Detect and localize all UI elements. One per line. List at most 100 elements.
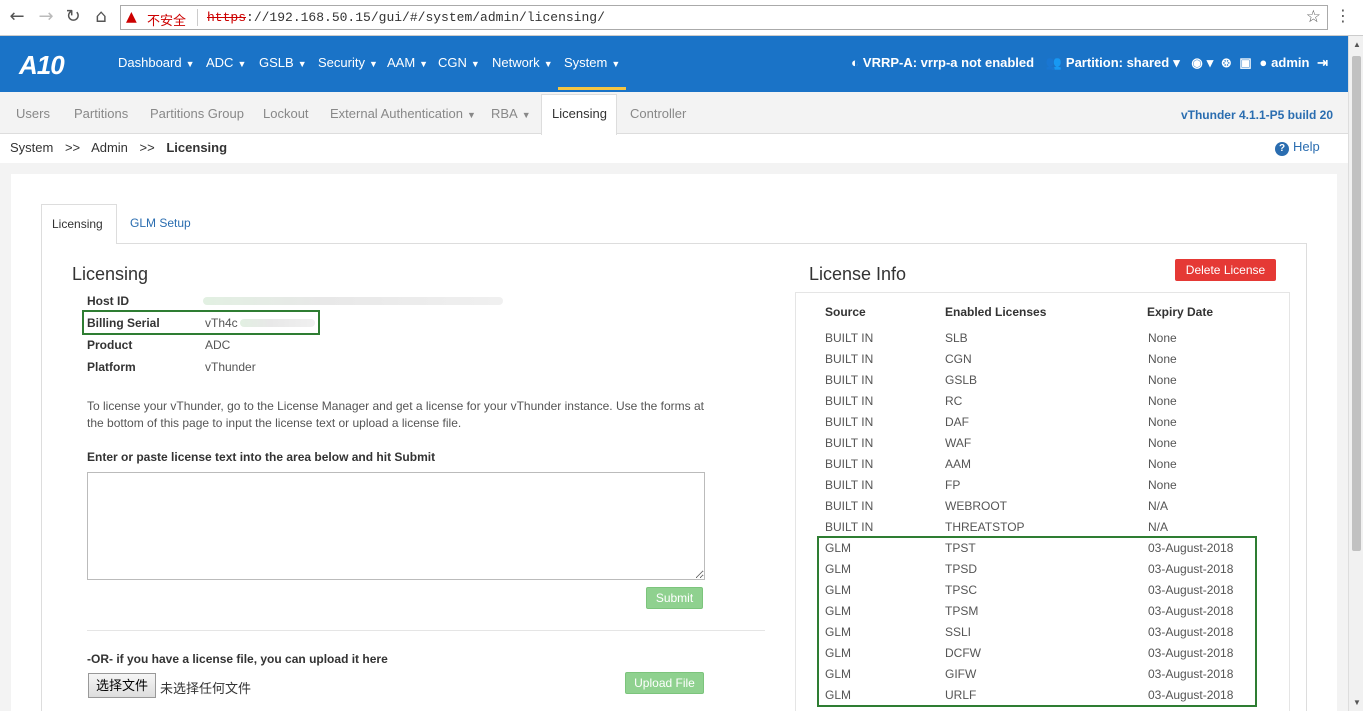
tab-pane-right-border [1306,243,1307,711]
row-license: DAF [945,415,969,429]
upload-file-button[interactable]: Upload File [625,672,704,694]
top-right-controls: ◐ VRRP-A: vrrp-a not enabled 👥 Partition: … [847,55,1328,71]
host-id-redacted [203,297,503,305]
sub-navigation: Users Partitions Partitions Group Lockou… [0,92,1348,135]
col-header-expiry-date: Expiry Date [1147,305,1214,319]
url-scheme: https [207,10,247,25]
row-source: BUILT IN [825,457,874,471]
row-source: BUILT IN [825,478,874,492]
breadcrumb-admin[interactable]: Admin [91,140,128,155]
row-source: BUILT IN [825,394,874,408]
insecure-label: 不安全 [147,13,187,28]
caret-down-icon: ▼ [521,110,531,120]
globe-icon[interactable]: ◉ [1191,55,1202,70]
paste-license-label: Enter or paste license text into the are… [87,450,436,464]
chevron-down-icon[interactable]: ▾ [1173,55,1180,70]
license-text-input[interactable] [87,472,705,580]
menu-dashboard[interactable]: Dashboard ▼ [118,55,195,70]
caret-down-icon: ▼ [237,59,247,69]
tab-external-authentication[interactable]: External Authentication ▼ [330,106,476,121]
breadcrumb-separator: >> [139,140,155,155]
choose-file-button[interactable]: 选择文件 [88,673,156,698]
help-label: Help [1293,139,1320,154]
scrollbar-thumb[interactable] [1352,56,1361,551]
url-text[interactable]: https://192.168.50.15/gui/#/system/admin… [207,10,605,25]
logout-icon[interactable]: ⇥ [1317,55,1328,70]
tab-users[interactable]: Users [16,106,50,121]
licensing-title: Licensing [72,264,149,284]
row-source: BUILT IN [825,373,874,387]
license-instructions: To license your vThunder, go to the Lice… [87,399,705,430]
upload-license-label: -OR- if you have a license file, you can… [87,652,388,666]
caret-down-icon: ▼ [297,59,307,69]
no-file-chosen-text: 未选择任何文件 [160,681,252,696]
save-icon[interactable]: ▣ [1239,55,1251,70]
user-name[interactable]: admin [1271,55,1309,70]
toggle-icon[interactable]: ◐ [851,55,859,70]
menu-label: AAM [387,55,416,70]
page-scrollbar[interactable]: ▲ ▼ [1348,36,1363,711]
row-source: BUILT IN [825,415,874,429]
tab-licensing[interactable]: Licensing [552,106,607,121]
platform-value: vThunder [205,360,256,374]
tab-lockout[interactable]: Lockout [263,106,309,121]
menu-label: Dashboard [118,55,182,70]
breadcrumb-separator: >> [64,140,81,155]
reload-icon[interactable]: ↻ [62,6,84,28]
row-license: WAF [945,436,972,450]
a10-logo[interactable]: A10 [19,50,65,81]
browser-menu-icon[interactable]: ⋮ [1335,6,1351,25]
version-label: vThunder 4.1.1-P5 build 20 [1180,108,1333,122]
caret-down-icon: ▼ [543,59,553,69]
tab-partitions-group[interactable]: Partitions Group [150,106,244,121]
menu-aam[interactable]: AAM ▼ [387,55,428,70]
platform-label: Platform [87,360,136,374]
breadcrumb-system[interactable]: System [10,140,53,155]
billing-serial-highlight [82,310,320,335]
caret-down-icon: ▼ [611,59,621,69]
row-expiry: None [1148,373,1177,387]
menu-system[interactable]: System ▼ [564,55,620,70]
caret-down-icon: ▼ [470,59,480,69]
url-path: ://192.168.50.15/gui/#/system/admin/lice… [246,10,605,25]
scroll-down-icon[interactable]: ▼ [1353,698,1361,707]
panel-tab-licensing[interactable]: Licensing [41,204,117,244]
address-bar[interactable]: ▲ 不安全 https://192.168.50.15/gui/#/system… [120,5,1328,30]
tab-partitions[interactable]: Partitions [74,106,128,121]
tab-rba[interactable]: RBA ▼ [491,106,531,121]
row-source: BUILT IN [825,520,874,534]
license-info-title: License Info [809,264,907,284]
row-expiry: None [1148,394,1177,408]
home-icon[interactable]: ⌂ [90,6,112,28]
menu-gslb[interactable]: GSLB ▼ [259,55,307,70]
menu-label: CGN [438,55,467,70]
back-icon[interactable]: ← [6,6,28,28]
row-license: AAM [945,457,972,471]
partition-selector[interactable]: Partition: shared [1066,55,1169,70]
chevron-down-icon[interactable]: ▾ [1207,55,1214,70]
menu-network[interactable]: Network ▼ [492,55,553,70]
delete-license-button[interactable]: Delete License [1175,259,1276,281]
menu-security[interactable]: Security ▼ [318,55,378,70]
scroll-up-icon[interactable]: ▲ [1353,40,1361,49]
tab-label: External Authentication [330,106,463,121]
vrrp-status[interactable]: VRRP-A: vrrp-a not enabled [863,55,1034,70]
help-link[interactable]: ? Help [1275,139,1320,156]
breadcrumb: System >> Admin >> Licensing [10,140,227,155]
bookmark-star-icon[interactable]: ☆ [1306,7,1321,27]
menu-cgn[interactable]: CGN ▼ [438,55,480,70]
users-icon: 👥 [1045,55,1062,70]
lifebuoy-icon[interactable]: ⊛ [1221,55,1232,70]
tab-controller[interactable]: Controller [630,106,686,121]
row-expiry: N/A [1148,520,1169,534]
row-source: BUILT IN [825,331,874,345]
menu-adc[interactable]: ADC ▼ [206,55,246,70]
forward-icon[interactable]: → [35,6,57,28]
user-icon: ● [1259,55,1268,70]
row-expiry: None [1148,457,1177,471]
panel-tab-glm-setup[interactable]: GLM Setup [130,216,191,230]
tab-pane-left-border [41,243,42,711]
row-expiry: None [1148,436,1177,450]
row-expiry: None [1148,415,1177,429]
submit-button[interactable]: Submit [646,587,703,609]
